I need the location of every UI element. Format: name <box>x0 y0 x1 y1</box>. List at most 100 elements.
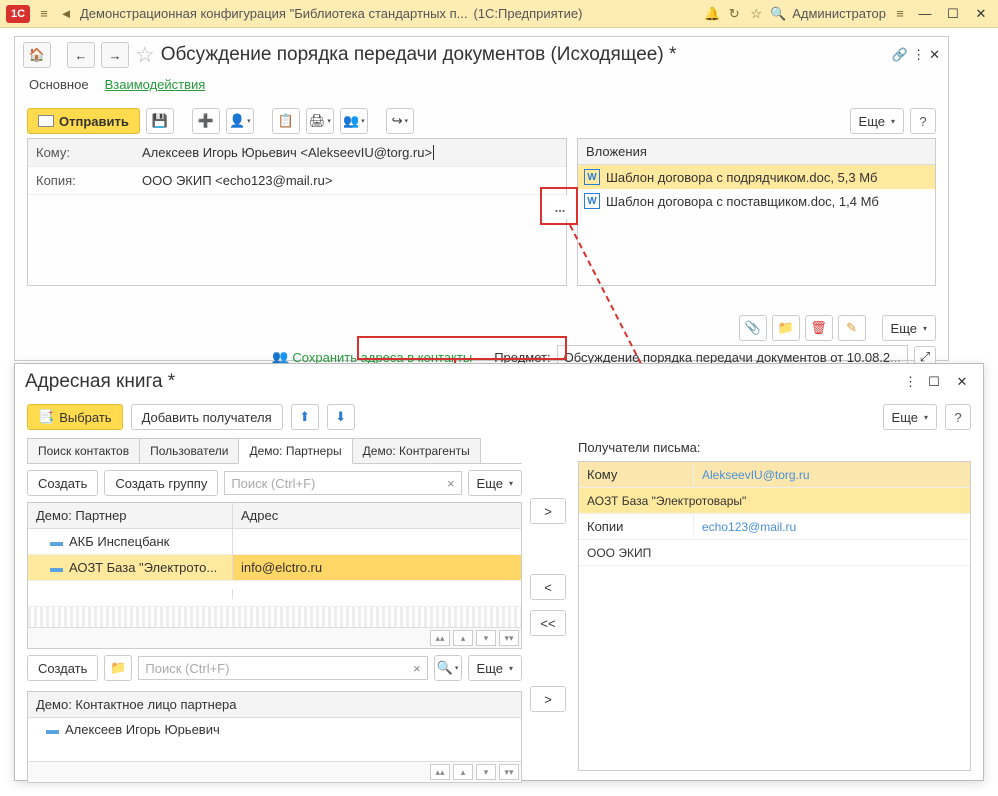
tab-partners[interactable]: Демо: Партнеры <box>238 438 352 464</box>
table-nav-up[interactable]: ▴ <box>453 630 473 646</box>
send-button[interactable]: Отправить <box>27 108 140 134</box>
move-right-button-2[interactable]: > <box>530 686 566 712</box>
select-icon: 📑 <box>38 409 54 425</box>
save-button[interactable]: 💾 <box>146 108 174 134</box>
help-button[interactable]: ? <box>910 108 936 134</box>
history-icon[interactable]: ↻ <box>726 6 742 22</box>
contacts-dropdown[interactable]: 👤 <box>226 108 254 134</box>
app-titlebar: 1C ≡ ◄ Демонстрационная конфигурация "Би… <box>0 0 998 28</box>
maximize-button[interactable]: ☐ <box>923 371 945 393</box>
recipients-picker-button[interactable]: ... <box>548 195 572 219</box>
table-nav-last[interactable]: ▾▾ <box>499 630 519 646</box>
close-button[interactable]: ✕ <box>970 3 992 25</box>
address-col-header[interactable]: Адрес <box>233 503 521 528</box>
star-icon[interactable]: ☆ <box>748 6 764 22</box>
contacts-more-button[interactable]: Еще <box>468 655 522 681</box>
contacts-search-input[interactable]: Поиск (Ctrl+F)× <box>138 656 427 680</box>
attachment-name: Шаблон договора с подрядчиком.doc, 5,3 М… <box>606 170 878 185</box>
attach-clip-button[interactable]: 📎 <box>739 315 767 341</box>
favorite-star-icon[interactable]: ☆ <box>135 42 155 68</box>
to-field[interactable]: Алексеев Игорь Юрьевич <AlekseevIU@torg.… <box>138 145 566 160</box>
create-contact-button[interactable]: Создать <box>27 655 98 681</box>
kebab-menu-icon[interactable]: ⋮ <box>904 374 917 390</box>
tab-interactions[interactable]: Взаимодействия <box>105 77 206 96</box>
partner-col-header[interactable]: Демо: Партнер <box>28 503 233 528</box>
horizontal-scrollbar[interactable] <box>28 607 521 627</box>
contacts-subtoolbar: Создать 📁 Поиск (Ctrl+F)× 🔍 Еще <box>27 649 522 687</box>
email-tabs: Основное Взаимодействия <box>15 73 948 104</box>
maximize-button[interactable]: ☐ <box>942 3 964 25</box>
attach-folder-button[interactable]: 📁 <box>772 315 800 341</box>
recipients-to-row[interactable]: Кому AlekseevIU@torg.ru <box>579 462 970 488</box>
home-button[interactable]: 🏠 <box>23 42 51 68</box>
search-dropdown[interactable]: 🔍 <box>434 655 462 681</box>
addrbook-more-button[interactable]: Еще <box>883 404 937 430</box>
back-button[interactable]: ← <box>67 42 95 68</box>
table-row[interactable]: ▬АОЗТ База "Электрото... info@elctro.ru <box>28 555 521 581</box>
copy-button[interactable]: 📋 <box>272 108 300 134</box>
forward-button[interactable]: → <box>101 42 129 68</box>
settings-icon[interactable]: ≡ <box>892 6 908 22</box>
attach-more-button[interactable]: Еще <box>882 315 936 341</box>
addrbook-title: Адресная книга * <box>25 371 175 393</box>
create-group-button[interactable]: Создать группу <box>104 470 218 496</box>
close-button[interactable]: ✕ <box>951 371 973 393</box>
more-button[interactable]: Еще <box>850 108 904 134</box>
tab-main[interactable]: Основное <box>29 77 89 96</box>
table-row[interactable]: ▬АКБ Инспецбанк <box>28 529 521 555</box>
table-nav-last[interactable]: ▾▾ <box>499 764 519 780</box>
recipients-cc-company-row[interactable]: ООО ЭКИП <box>579 540 970 566</box>
partners-search-input[interactable]: Поиск (Ctrl+F)× <box>224 471 461 495</box>
move-all-left-button[interactable]: << <box>530 610 566 636</box>
folder-button[interactable]: 📁 <box>104 655 132 681</box>
bell-icon[interactable]: 🔔 <box>704 6 720 22</box>
table-nav-down[interactable]: ▾ <box>476 764 496 780</box>
attachment-row[interactable]: W Шаблон договора с подрядчиком.doc, 5,3… <box>578 165 935 189</box>
nav-back-icon[interactable]: ◄ <box>58 6 74 22</box>
minimize-button[interactable]: — <box>914 3 936 25</box>
collapse-icon: ▬ <box>50 560 63 575</box>
print-dropdown[interactable]: 🖨 <box>306 108 334 134</box>
add-recipient-button[interactable]: Добавить получателя <box>131 404 283 430</box>
attachment-row[interactable]: W Шаблон договора с поставщиком.doc, 1,4… <box>578 189 935 213</box>
attachment-name: Шаблон договора с поставщиком.doc, 1,4 М… <box>606 194 879 209</box>
select-button[interactable]: 📑 Выбрать <box>27 404 123 430</box>
contact-col-header[interactable]: Демо: Контактное лицо партнера <box>28 692 521 718</box>
tab-users[interactable]: Пользователи <box>139 438 239 463</box>
add-button[interactable]: ➕ <box>192 108 220 134</box>
recipients-cc-row[interactable]: Копии echo123@mail.ru <box>579 514 970 540</box>
people-dropdown[interactable]: 👥 <box>340 108 368 134</box>
table-nav-first[interactable]: ▴▴ <box>430 630 450 646</box>
menu-icon[interactable]: ≡ <box>36 6 52 22</box>
email-toolbar: Отправить 💾 ➕ 👤 📋 🖨 👥 ↪ Еще ? <box>15 104 948 138</box>
cc-field[interactable]: ООО ЭКИП <echo123@mail.ru> <box>138 173 566 188</box>
attach-delete-button[interactable]: 🗑 <box>805 315 833 341</box>
action-dropdown[interactable]: ↪ <box>386 108 414 134</box>
user-label[interactable]: Администратор <box>792 6 886 21</box>
table-nav-down[interactable]: ▾ <box>476 630 496 646</box>
move-left-button[interactable]: < <box>530 574 566 600</box>
move-right-button[interactable]: > <box>530 498 566 524</box>
recipients-company-row[interactable]: АОЗТ База "Электротовары" <box>579 488 970 514</box>
partners-more-button[interactable]: Еще <box>468 470 522 496</box>
move-up-button[interactable]: ⬆ <box>291 404 319 430</box>
clear-icon[interactable]: × <box>447 476 455 491</box>
clear-icon[interactable]: × <box>413 661 421 676</box>
tab-search-contacts[interactable]: Поиск контактов <box>27 438 140 463</box>
email-header: 🏠 ← → ☆ Обсуждение порядка передачи доку… <box>15 37 948 73</box>
table-row[interactable]: ▬ Алексеев Игорь Юрьевич <box>28 718 521 741</box>
attach-edit-button[interactable]: ✎ <box>838 315 866 341</box>
create-button[interactable]: Создать <box>27 470 98 496</box>
addrbook-help-button[interactable]: ? <box>945 404 971 430</box>
recipients-title: Получатели письма: <box>578 438 971 461</box>
search-icon[interactable]: 🔍 <box>770 6 786 22</box>
move-down-button[interactable]: ⬇ <box>327 404 355 430</box>
addrbook-toolbar: 📑 Выбрать Добавить получателя ⬆ ⬇ Еще ? <box>15 400 983 434</box>
window-close-icon[interactable]: ✕ <box>929 47 940 63</box>
collapse-icon: ▬ <box>50 534 63 549</box>
table-nav-first[interactable]: ▴▴ <box>430 764 450 780</box>
kebab-menu-icon[interactable]: ⋮ <box>912 47 925 63</box>
tab-contractors[interactable]: Демо: Контрагенты <box>352 438 481 463</box>
table-nav-up[interactable]: ▴ <box>453 764 473 780</box>
link-icon[interactable]: 🔗 <box>892 47 908 63</box>
